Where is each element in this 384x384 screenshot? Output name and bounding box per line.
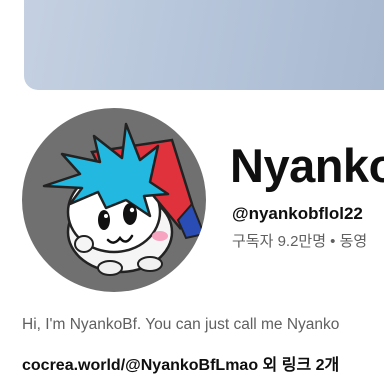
character-eye-left xyxy=(98,210,110,230)
character-cheek xyxy=(152,231,168,241)
more-links-label[interactable]: 외 링크 2개 xyxy=(258,357,340,374)
character-foot-left xyxy=(97,260,123,276)
character-eye-right xyxy=(123,203,137,225)
character-foot-right xyxy=(137,256,163,272)
eye-highlight-left xyxy=(104,214,108,218)
channel-links[interactable]: cocrea.world/@NyankoBfLmao 외 링크 2개 xyxy=(22,356,339,376)
channel-handle: @nyankobflol22 xyxy=(232,204,363,223)
channel-name: Nyanko xyxy=(230,139,384,192)
channel-description[interactable]: Hi, I'm NyankoBf. You can just call me N… xyxy=(22,315,339,335)
channel-page: Nyanko @nyankobflol22 구독자 9.2만명 • 동영 Hi,… xyxy=(0,0,384,384)
channel-stats: 구독자 9.2만명 • 동영 xyxy=(232,233,368,250)
avatar-character-icon xyxy=(42,122,206,276)
character-hand xyxy=(74,235,94,253)
channel-link[interactable]: cocrea.world/@NyankoBfLmao xyxy=(22,357,258,374)
channel-banner[interactable] xyxy=(24,0,384,90)
channel-avatar[interactable] xyxy=(22,108,206,292)
eye-highlight-right xyxy=(129,207,135,213)
